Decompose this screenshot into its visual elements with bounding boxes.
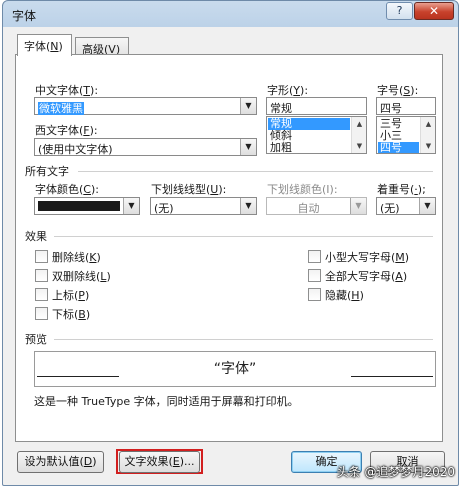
window-title: 字体 (12, 9, 37, 23)
scroll-down-icon[interactable]: ▼ (353, 140, 366, 152)
chevron-down-icon: ▼ (350, 198, 366, 214)
western-font-value: (使用中文字体) (38, 143, 113, 156)
western-font-combo[interactable]: (使用中文字体) ▼ (34, 138, 257, 156)
preview-baseline-right (351, 376, 433, 377)
style-label: 字形(Y): (267, 84, 309, 97)
tab-font[interactable]: 字体(N) (17, 34, 72, 56)
chevron-down-icon[interactable]: ▼ (240, 139, 256, 155)
scroll-up-icon[interactable]: ▲ (353, 118, 366, 130)
font-color-label: 字体颜色(C): (35, 183, 99, 196)
chinese-font-combo[interactable]: 微软雅黑 ▼ (34, 97, 257, 115)
underline-color-label: 下划线颜色(I): (267, 183, 338, 196)
emphasis-mark-value: (无) (380, 202, 400, 215)
help-button[interactable]: ? (386, 2, 413, 20)
size-scrollbar[interactable]: ▲ ▼ (420, 117, 435, 153)
list-item[interactable]: 加粗 (268, 142, 292, 154)
style-scrollbar[interactable]: ▲ ▼ (351, 117, 366, 153)
list-item[interactable]: 四号 (378, 142, 419, 153)
divider (78, 171, 433, 172)
effects-section-title: 效果 (25, 230, 47, 243)
divider (54, 236, 433, 237)
font-tab-panel: 中文字体(T): 微软雅黑 ▼ 西文字体(F): (使用中文字体) ▼ 字形(Y… (15, 54, 443, 442)
text-effects-button[interactable]: 文字效果(E)... (119, 451, 200, 473)
title-bar: 字体 ? ✕ (3, 1, 458, 27)
preview-section-title: 预览 (25, 333, 47, 346)
underline-style-combo[interactable]: (无) ▼ (150, 197, 257, 215)
chevron-down-icon[interactable]: ▼ (240, 98, 256, 114)
help-icon: ? (396, 4, 403, 17)
underline-style-value: (无) (154, 202, 174, 215)
western-font-label: 西文字体(F): (35, 124, 98, 137)
divider (54, 339, 433, 340)
size-list[interactable]: 三号 小三 四号 ▲ ▼ (376, 116, 436, 154)
set-as-default-button[interactable]: 设为默认值(D) (17, 451, 104, 473)
color-swatch (38, 201, 120, 211)
close-icon: ✕ (428, 4, 440, 18)
all-text-section-title: 所有文字 (25, 165, 69, 178)
preview-sample-text: “字体” (213, 361, 257, 377)
style-list[interactable]: 常规 倾斜 加粗 ▲ ▼ (266, 116, 367, 154)
underline-style-label: 下划线线型(U): (151, 183, 227, 196)
emphasis-mark-combo[interactable]: (无) ▼ (376, 197, 436, 215)
preview-description: 这是一种 TrueType 字体，同时适用于屏幕和打印机。 (34, 395, 299, 408)
size-label: 字号(S): (377, 84, 419, 97)
preview-box: “字体” (34, 351, 436, 387)
chevron-down-icon[interactable]: ▼ (240, 198, 256, 214)
watermark: 头条 @追梦梦月2020 (336, 465, 455, 479)
underline-color-value: 自动 (297, 202, 320, 215)
tab-advanced[interactable]: 高级(V) (75, 37, 129, 56)
emphasis-mark-label: 着重号(·); (377, 183, 426, 196)
underline-color-combo: 自动 ▼ (266, 197, 367, 215)
style-input[interactable]: 常规 (266, 97, 367, 115)
scroll-up-icon[interactable]: ▲ (422, 118, 435, 130)
scroll-down-icon[interactable]: ▼ (422, 140, 435, 152)
size-input[interactable]: 四号 (376, 97, 436, 115)
close-button[interactable]: ✕ (414, 2, 454, 20)
chinese-font-label: 中文字体(T): (35, 84, 99, 97)
font-color-picker[interactable]: ▼ (34, 197, 140, 215)
chevron-down-icon[interactable]: ▼ (123, 198, 139, 214)
chevron-down-icon[interactable]: ▼ (419, 198, 435, 214)
chinese-font-value: 微软雅黑 (38, 102, 84, 115)
